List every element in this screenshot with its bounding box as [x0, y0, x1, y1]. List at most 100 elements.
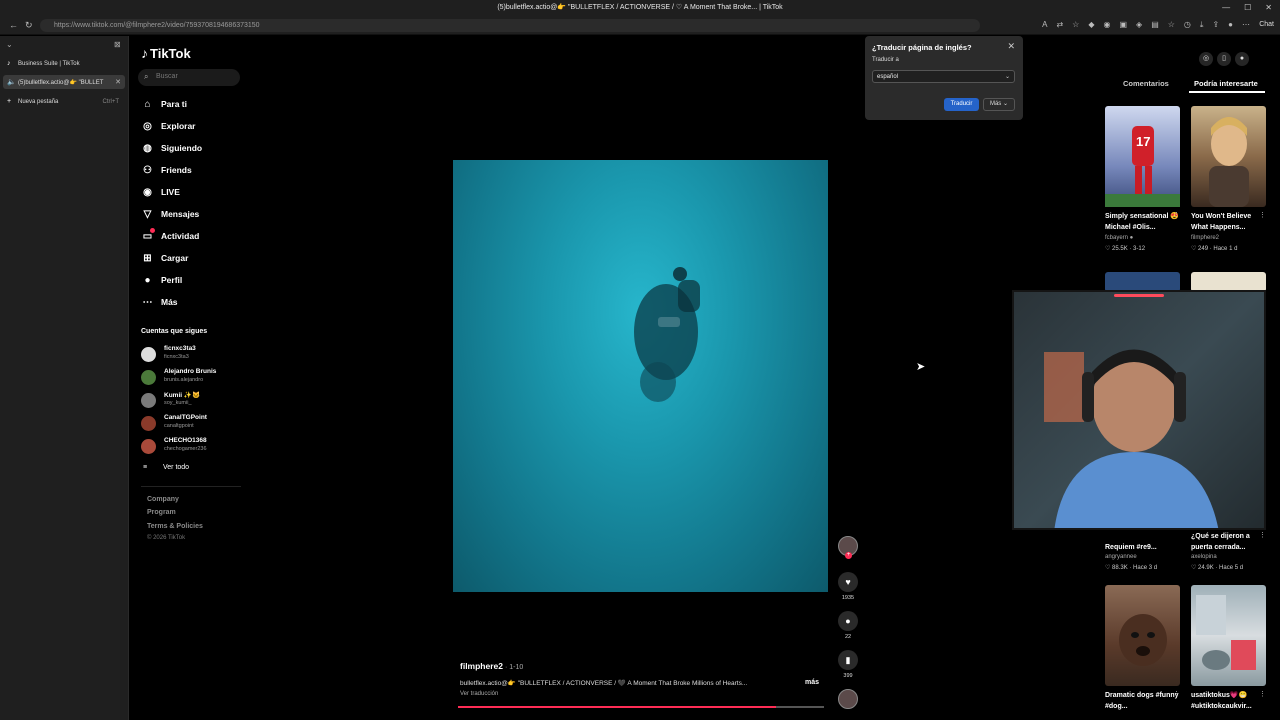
- profile-avatar-icon[interactable]: ●: [1228, 20, 1233, 30]
- back-icon[interactable]: ←: [9, 20, 18, 30]
- nav-para-ti[interactable]: ⌂ Para ti: [141, 98, 187, 112]
- video-thumbnail[interactable]: [1191, 585, 1266, 686]
- maximize-icon[interactable]: ☐: [1244, 3, 1251, 12]
- tab-business-suite[interactable]: ♪ Business Suite | TikTok: [3, 57, 125, 71]
- new-tab-button[interactable]: + Nueva pestaña Ctrl+T: [3, 95, 125, 109]
- download-icon[interactable]: ⤓: [1200, 20, 1204, 30]
- tab-podria-interesarte[interactable]: Podría interesarte: [1194, 79, 1258, 88]
- save-action[interactable]: ▮ 399: [838, 650, 858, 679]
- footer-program[interactable]: Program: [147, 509, 176, 516]
- video-progress-bar[interactable]: [458, 706, 824, 708]
- extension-icon[interactable]: ▣: [1119, 20, 1127, 30]
- speaker-icon[interactable]: 🔈: [7, 78, 16, 86]
- nav-siguiendo[interactable]: ◍ Siguiendo: [141, 142, 202, 156]
- followed-account[interactable]: CHECHO1368 chechogamer236: [141, 437, 251, 455]
- card-author[interactable]: fcbayern ●: [1105, 235, 1133, 241]
- tab-active-video[interactable]: 🔈 (5)bulletflex.actio@👉 "BULLET ✕: [3, 75, 125, 89]
- friends-icon: ⚇: [143, 165, 152, 176]
- comment-icon[interactable]: ●: [838, 611, 858, 631]
- nav-label: Perfil: [161, 275, 183, 285]
- video-author[interactable]: filmphere2: [460, 661, 503, 671]
- more-label: Más: [989, 101, 1002, 107]
- extension-icon[interactable]: ◈: [1136, 20, 1142, 30]
- favorite-icon[interactable]: ☆: [1072, 20, 1079, 30]
- translate-more-button[interactable]: Más ⌄: [983, 98, 1015, 111]
- sound-disc-icon[interactable]: [838, 689, 858, 709]
- collections-icon[interactable]: ☆: [1168, 20, 1175, 30]
- caption-more-button[interactable]: más: [805, 679, 819, 686]
- bookmark-icon[interactable]: ▮: [838, 650, 858, 670]
- card-title[interactable]: Dramatic dogs #funny #dog...: [1105, 690, 1183, 712]
- account-name: Kumii ✨🐱: [164, 392, 201, 399]
- tab-actions-icon[interactable]: ⊠: [114, 40, 121, 49]
- card-more-icon[interactable]: ⋮: [1259, 690, 1266, 698]
- tiktok-wordmark: TikTok: [150, 45, 191, 61]
- card-more-icon[interactable]: ⋮: [1259, 211, 1266, 219]
- heart-icon[interactable]: ♥: [838, 572, 858, 592]
- nav-live[interactable]: ◉ LIVE: [141, 186, 180, 200]
- nav-mensajes[interactable]: ▽ Mensajes: [141, 208, 200, 222]
- read-aloud-icon[interactable]: A: [1042, 20, 1047, 30]
- video-author-line[interactable]: filmphere2 · 1-10: [460, 661, 523, 671]
- follow-plus-icon[interactable]: +: [845, 552, 852, 559]
- video-thumbnail[interactable]: [1105, 585, 1180, 686]
- close-tab-icon[interactable]: ✕: [115, 78, 121, 86]
- card-title[interactable]: You Won't Believe What Happens...: [1191, 211, 1269, 233]
- language-select[interactable]: español ⌄: [872, 70, 1015, 83]
- card-title[interactable]: usatiktokus💗😁 #uktiktokcaukvir...: [1191, 690, 1269, 712]
- nav-friends[interactable]: ⚇ Friends: [141, 164, 192, 178]
- video-thumbnail[interactable]: 17: [1105, 106, 1180, 207]
- followed-account[interactable]: Kumii ✨🐱 soy_kumii_: [141, 391, 251, 409]
- video-thumbnail[interactable]: [1191, 272, 1266, 292]
- card-more-icon[interactable]: ⋮: [1173, 211, 1180, 219]
- notification-badge: [150, 228, 155, 233]
- followed-account[interactable]: Alejandro Brunis brunis.alejandro: [141, 368, 251, 386]
- minimize-icon[interactable]: —: [1222, 3, 1230, 12]
- translate-icon[interactable]: ⇄: [1056, 20, 1063, 30]
- nav-mas[interactable]: ⋯ Más: [141, 296, 178, 310]
- card-title[interactable]: ¿Qué se dijeron a puerta cerrada...: [1191, 531, 1269, 553]
- card-more-icon[interactable]: ⋮: [1173, 690, 1180, 698]
- card-author[interactable]: angryannee: [1105, 554, 1137, 560]
- compass-icon[interactable]: ◎: [1199, 52, 1213, 66]
- video-thumbnail[interactable]: [1191, 106, 1266, 207]
- like-action[interactable]: ♥ 1935: [838, 572, 858, 601]
- video-thumbnail[interactable]: [1105, 272, 1180, 292]
- nav-explorar[interactable]: ◎ Explorar: [141, 120, 195, 134]
- split-screen-icon[interactable]: ▤: [1151, 20, 1159, 30]
- search-input[interactable]: ⌕ Buscar: [138, 69, 240, 86]
- share-icon[interactable]: ⇪: [1212, 20, 1219, 30]
- see-translation-link[interactable]: Ver traducción: [460, 691, 498, 697]
- device-icon[interactable]: ▯: [1217, 52, 1231, 66]
- card-title[interactable]: Requiem #re9...: [1105, 542, 1183, 553]
- nav-actividad[interactable]: ▭ Actividad: [141, 228, 199, 244]
- user-avatar-icon[interactable]: ●: [1235, 52, 1249, 66]
- tab-comentarios[interactable]: Comentarios: [1123, 79, 1169, 88]
- card-author[interactable]: axelopina: [1191, 554, 1217, 560]
- card-more-icon[interactable]: ⋮: [1259, 531, 1266, 539]
- creator-avatar[interactable]: +: [838, 536, 858, 559]
- close-window-icon[interactable]: ✕: [1265, 3, 1272, 12]
- save-count: 399: [843, 673, 853, 679]
- url-field[interactable]: https://www.tiktok.com/@filmphere2/video…: [40, 19, 980, 32]
- close-icon[interactable]: ✕: [1007, 41, 1015, 52]
- extension-icon[interactable]: ◆: [1088, 20, 1094, 30]
- nav-perfil[interactable]: ● Perfil: [141, 274, 182, 288]
- followed-account[interactable]: CanalTGPoint canaltgpoint: [141, 414, 251, 432]
- card-title[interactable]: Simply sensational 😍 Michael #Olis...: [1105, 211, 1183, 233]
- tiktok-logo[interactable]: ♪ TikTok: [141, 45, 191, 61]
- extension-icon[interactable]: ◉: [1103, 20, 1110, 30]
- footer-terms[interactable]: Terms & Policies: [147, 523, 203, 530]
- nav-cargar[interactable]: ⊞ Cargar: [141, 252, 188, 266]
- collapse-tabs-icon[interactable]: ⌄: [6, 40, 13, 49]
- followed-account[interactable]: ficnxc3ta3 ficnxc3ta3: [141, 345, 251, 363]
- footer-company[interactable]: Company: [147, 496, 179, 503]
- translate-button[interactable]: Traducir: [944, 98, 979, 111]
- reload-icon[interactable]: ↻: [25, 20, 33, 31]
- history-icon[interactable]: ◷: [1184, 20, 1191, 30]
- see-all-button[interactable]: ≡ Ver todo: [143, 464, 189, 471]
- comment-action[interactable]: ● 22: [838, 611, 858, 640]
- chat-button[interactable]: Chat: [1259, 21, 1274, 28]
- card-author[interactable]: filmphere2: [1191, 235, 1219, 241]
- more-menu-icon[interactable]: ⋯: [1242, 20, 1250, 30]
